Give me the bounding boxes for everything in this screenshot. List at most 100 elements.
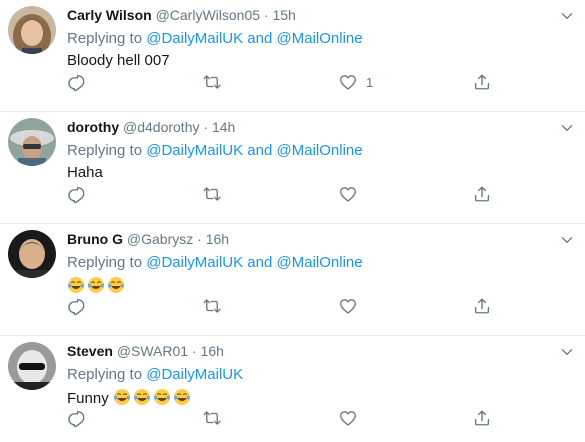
- like-button[interactable]: 1: [339, 72, 373, 92]
- retweet-icon: [203, 409, 221, 427]
- like-button[interactable]: [339, 296, 357, 316]
- timestamp[interactable]: 15h: [272, 7, 295, 23]
- tweet-header: dorothy @d4dorothy · 14h: [67, 119, 235, 135]
- replying-to: Replying to @DailyMailUK and @MailOnline: [67, 254, 363, 271]
- tweet-header: Steven @SWAR01 · 16h: [67, 343, 224, 359]
- replying-to: Replying to @DailyMailUK and @MailOnline: [67, 30, 363, 47]
- mention-link[interactable]: @DailyMailUK: [146, 366, 243, 383]
- retweet-button[interactable]: [203, 296, 221, 316]
- share-icon: [473, 73, 491, 91]
- chevron-down-icon[interactable]: [559, 8, 575, 24]
- mention-link[interactable]: @MailOnline: [277, 30, 363, 47]
- replying-to-label: Replying to: [67, 366, 147, 383]
- mention-and: and: [243, 142, 277, 159]
- mention-link[interactable]: @DailyMailUK: [146, 254, 243, 271]
- retweet-button[interactable]: [203, 184, 221, 204]
- tweet-text: Bloody hell 007: [67, 52, 170, 69]
- retweet-icon: [203, 73, 221, 91]
- face-with-tears-of-joy-icon: [173, 388, 191, 406]
- tweet-text: Haha: [67, 164, 103, 181]
- tweet-text-content: Funny: [67, 390, 113, 407]
- reply-button[interactable]: [67, 296, 85, 316]
- share-icon: [473, 409, 491, 427]
- display-name[interactable]: dorothy: [67, 119, 119, 135]
- like-count: 1: [366, 74, 374, 90]
- chevron-down-icon[interactable]: [559, 232, 575, 248]
- user-handle[interactable]: @CarlyWilson05: [156, 7, 260, 23]
- separator-dot: ·: [203, 119, 209, 135]
- like-button[interactable]: [339, 408, 357, 428]
- user-handle[interactable]: @Gabrysz: [127, 231, 193, 247]
- tweet[interactable]: Bruno G @Gabrysz · 16h Replying to @Dail…: [0, 224, 585, 336]
- share-icon: [473, 297, 491, 315]
- replying-to-label: Replying to: [67, 30, 147, 47]
- tweet-actions: [67, 408, 497, 432]
- share-button[interactable]: [473, 408, 491, 428]
- retweet-icon: [203, 297, 221, 315]
- reply-icon: [67, 409, 85, 427]
- tweet-text: [67, 276, 127, 295]
- tweet[interactable]: Carly Wilson @CarlyWilson05 · 15h Replyi…: [0, 0, 585, 112]
- display-name[interactable]: Bruno G: [67, 231, 123, 247]
- avatar[interactable]: [8, 342, 56, 390]
- mention-and: and: [243, 254, 277, 271]
- reply-button[interactable]: [67, 408, 85, 428]
- chevron-down-icon[interactable]: [559, 344, 575, 360]
- separator-dot: ·: [263, 7, 269, 23]
- retweet-button[interactable]: [203, 72, 221, 92]
- mention-link[interactable]: @DailyMailUK: [146, 142, 243, 159]
- reply-button[interactable]: [67, 72, 85, 92]
- avatar[interactable]: [8, 230, 56, 278]
- user-handle[interactable]: @SWAR01: [117, 343, 188, 359]
- mention-link[interactable]: @DailyMailUK: [146, 30, 243, 47]
- avatar[interactable]: [8, 6, 56, 54]
- replying-to: Replying to @DailyMailUK and @MailOnline: [67, 142, 363, 159]
- retweet-icon: [203, 185, 221, 203]
- mention-link[interactable]: @MailOnline: [277, 254, 363, 271]
- face-with-tears-of-joy-icon: [87, 276, 105, 294]
- heart-icon: [339, 409, 357, 427]
- heart-icon: [339, 297, 357, 315]
- tweet[interactable]: Steven @SWAR01 · 16h Replying to @DailyM…: [0, 336, 585, 442]
- display-name[interactable]: Steven: [67, 343, 113, 359]
- reply-icon: [67, 73, 85, 91]
- tweet-actions: [67, 296, 497, 320]
- face-with-tears-of-joy-icon: [153, 388, 171, 406]
- tweet-header: Carly Wilson @CarlyWilson05 · 15h: [67, 7, 296, 23]
- face-with-tears-of-joy-icon: [107, 276, 125, 294]
- tweet[interactable]: dorothy @d4dorothy · 14h Replying to @Da…: [0, 112, 585, 224]
- reply-button[interactable]: [67, 184, 85, 204]
- tweet-actions: [67, 184, 497, 208]
- chevron-down-icon[interactable]: [559, 120, 575, 136]
- share-button[interactable]: [473, 296, 491, 316]
- tweet-text: Funny: [67, 388, 193, 407]
- separator-dot: ·: [197, 231, 202, 247]
- tweet-header: Bruno G @Gabrysz · 16h: [67, 231, 229, 247]
- face-with-tears-of-joy-icon: [67, 276, 85, 294]
- mention-and: and: [243, 30, 277, 47]
- share-icon: [473, 185, 491, 203]
- timestamp[interactable]: 16h: [201, 343, 224, 359]
- avatar[interactable]: [8, 118, 56, 166]
- user-handle[interactable]: @d4dorothy: [123, 119, 199, 135]
- replying-to-label: Replying to: [67, 254, 147, 271]
- retweet-button[interactable]: [203, 408, 221, 428]
- reply-feed: Carly Wilson @CarlyWilson05 · 15h Replyi…: [0, 0, 585, 442]
- display-name[interactable]: Carly Wilson: [67, 7, 152, 23]
- tweet-actions: 1: [67, 72, 497, 96]
- reply-icon: [67, 185, 85, 203]
- reply-icon: [67, 297, 85, 315]
- timestamp[interactable]: 14h: [212, 119, 235, 135]
- share-button[interactable]: [473, 72, 491, 92]
- timestamp[interactable]: 16h: [206, 231, 229, 247]
- mention-link[interactable]: @MailOnline: [277, 142, 363, 159]
- face-with-tears-of-joy-icon: [133, 388, 151, 406]
- face-with-tears-of-joy-icon: [113, 388, 131, 406]
- replying-to: Replying to @DailyMailUK: [67, 366, 243, 383]
- replying-to-label: Replying to: [67, 142, 147, 159]
- share-button[interactable]: [473, 184, 491, 204]
- separator-dot: ·: [191, 343, 197, 359]
- heart-icon: [339, 73, 357, 91]
- heart-icon: [339, 185, 357, 203]
- like-button[interactable]: [339, 184, 357, 204]
